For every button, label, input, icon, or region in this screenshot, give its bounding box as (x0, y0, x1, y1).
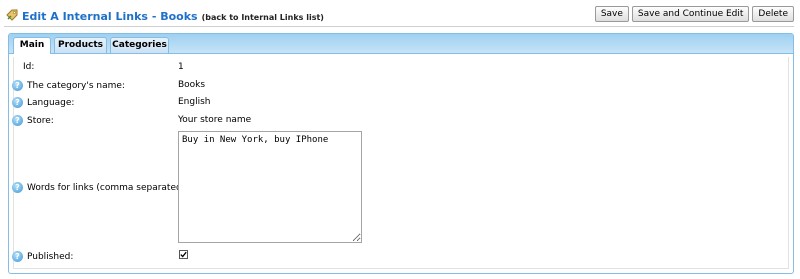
info-icon[interactable]: ? (12, 182, 23, 193)
info-icon[interactable]: ? (12, 80, 23, 91)
store-label: Store: (27, 115, 54, 126)
published-checkbox[interactable] (179, 250, 188, 259)
tab-container: Main Products Categories (8, 33, 794, 274)
category-name-row: ? The category's name: (12, 80, 125, 91)
language-row: ? Language: (12, 97, 74, 108)
title-area: Edit A Internal Links - Books (back to I… (6, 8, 324, 23)
info-icon[interactable]: ? (12, 251, 23, 262)
checkmark-icon (180, 251, 187, 258)
back-to-list-link[interactable]: (back to Internal Links list) (202, 13, 324, 22)
id-row: Id: (23, 62, 34, 72)
words-row: ? Words for links (comma separated): (12, 182, 188, 193)
delete-button[interactable]: Delete (752, 6, 794, 22)
store-value: Your store name (178, 115, 252, 125)
header-divider (4, 26, 794, 27)
id-value: 1 (178, 62, 184, 72)
published-row: ? Published: (12, 251, 73, 262)
tab-bar: Main Products Categories (9, 34, 793, 54)
tab-main[interactable]: Main (13, 37, 51, 54)
page-title: Edit A Internal Links - Books (22, 10, 198, 23)
language-value: English (178, 97, 211, 107)
category-name-value: Books (178, 80, 206, 90)
words-for-links-textarea[interactable]: Buy in New York, buy IPhone (178, 131, 362, 243)
page-header: Edit A Internal Links - Books (back to I… (0, 0, 800, 27)
tab-categories[interactable]: Categories (110, 37, 169, 53)
save-and-continue-button[interactable]: Save and Continue Edit (631, 6, 750, 22)
published-label: Published: (27, 251, 74, 262)
info-icon[interactable]: ? (12, 115, 23, 126)
words-label: Words for links (comma separated): (27, 182, 189, 193)
tag-icon (6, 9, 18, 21)
header-buttons: Save Save and Continue Edit Delete (594, 6, 794, 22)
tab-products[interactable]: Products (54, 37, 107, 53)
language-label: Language: (27, 97, 75, 108)
category-name-label: The category's name: (27, 80, 125, 91)
info-icon[interactable]: ? (12, 97, 23, 108)
store-row: ? Store: (12, 115, 54, 126)
tab-panel-main (13, 57, 789, 269)
id-label: Id: (23, 62, 35, 72)
save-button[interactable]: Save (594, 6, 629, 22)
